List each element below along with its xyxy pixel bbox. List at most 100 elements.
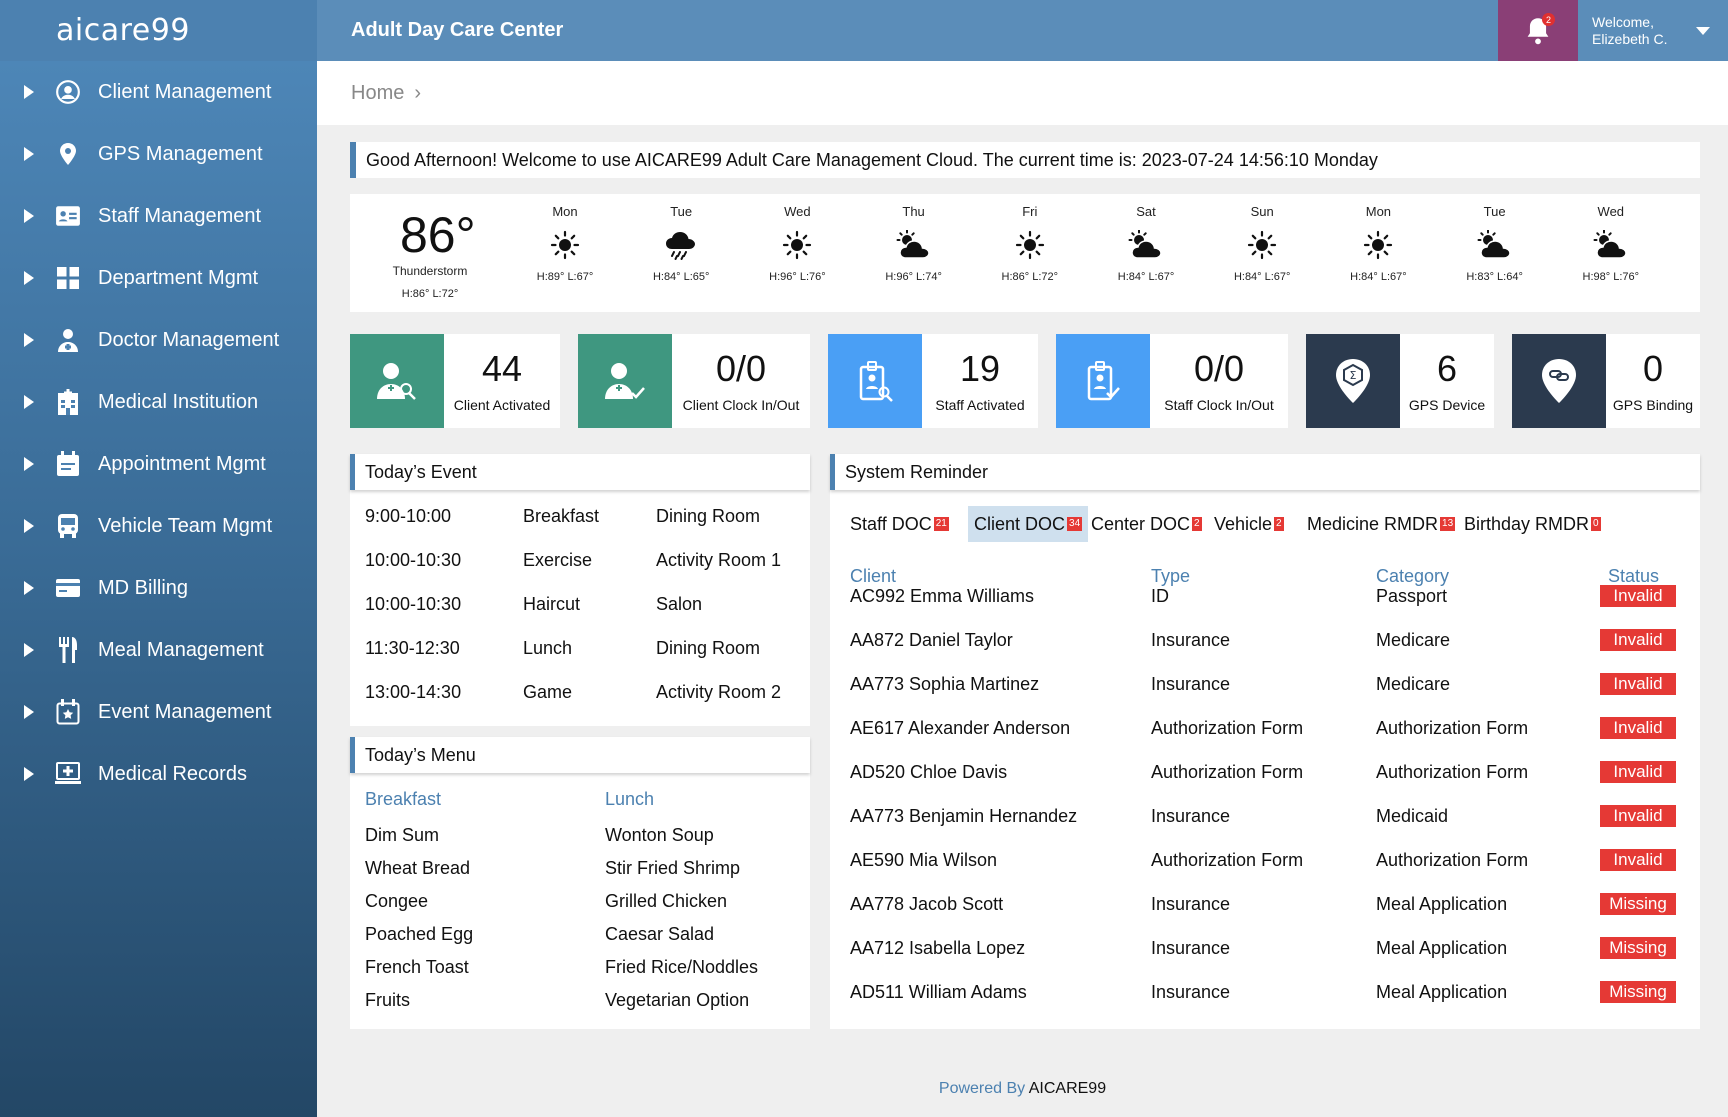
notifications-button[interactable]: 2 xyxy=(1498,0,1578,61)
stat-card-staff-clock[interactable]: 0/0 Staff Clock In/Out xyxy=(1056,334,1288,428)
sidebar-item-staff-management[interactable]: Staff Management xyxy=(0,185,317,247)
status-badge[interactable]: Invalid xyxy=(1600,717,1676,739)
cell-type: Insurance xyxy=(1151,674,1231,694)
sidebar-item-gps-management[interactable]: GPS Management xyxy=(0,123,317,185)
sidebar-item-event-management[interactable]: Event Management xyxy=(0,681,317,743)
column-header-status[interactable]: Status xyxy=(1608,566,1659,587)
partly-cloudy-icon xyxy=(1571,219,1651,271)
cell-category: Authorization Form xyxy=(1376,850,1529,870)
tab-label: Birthday RMDR xyxy=(1464,513,1590,534)
sidebar-item-department-mgmt[interactable]: Department Mgmt xyxy=(0,247,317,309)
client-clock-icon xyxy=(578,334,672,428)
forecast-high-low: H:89° L:67° xyxy=(536,271,594,283)
weather-widget: 86° Thunderstorm H:86° L:72° Mon H:89° L:… xyxy=(350,194,1700,312)
sidebar-item-client-management[interactable]: Client Management xyxy=(0,61,317,123)
caret-right-icon xyxy=(24,333,34,347)
event-time: 13:00-14:30 xyxy=(365,682,462,702)
stat-label: GPS Device xyxy=(1408,397,1486,413)
breakfast-item: Poached Egg xyxy=(365,924,474,944)
footer-brand: AICARE99 xyxy=(1028,1080,1107,1097)
status-badge[interactable]: Invalid xyxy=(1600,673,1676,695)
cell-type: Insurance xyxy=(1151,982,1231,1002)
user-menu[interactable]: Welcome, Elizebeth C. xyxy=(1578,0,1728,61)
current-temperature: 86° xyxy=(400,207,476,263)
sidebar-item-label: Client Management xyxy=(98,80,272,103)
cell-type: Authorization Form xyxy=(1151,850,1304,870)
lunch-heading: Lunch xyxy=(605,789,655,809)
status-badge[interactable]: Invalid xyxy=(1600,805,1676,827)
tab-center-doc[interactable]: Center DOC 2 xyxy=(1085,506,1208,542)
tab-staff-doc[interactable]: Staff DOC 21 xyxy=(844,506,955,542)
forecast-high-low: H:98° L:76° xyxy=(1582,271,1640,283)
sidebar-item-label: Doctor Management xyxy=(98,328,280,351)
credit-card-icon xyxy=(54,574,82,602)
forecast-day: Mon H:89° L:67° xyxy=(525,204,605,283)
forecast-day: Mon H:84° L:67° xyxy=(1338,204,1418,283)
hospital-icon xyxy=(54,388,82,416)
sidebar-item-vehicle-team-mgmt[interactable]: Vehicle Team Mgmt xyxy=(0,495,317,557)
fork-knife-icon xyxy=(54,636,82,664)
sidebar-item-label: Vehicle Team Mgmt xyxy=(98,514,273,537)
stat-card-client-activated[interactable]: 44 Client Activated xyxy=(350,334,560,428)
sidebar-item-meal-management[interactable]: Meal Management xyxy=(0,619,317,681)
sun-icon xyxy=(525,219,605,271)
column-header-category[interactable]: Category xyxy=(1376,566,1449,587)
cell-client: AE590 Mia Wilson xyxy=(850,850,998,870)
panel-title: System Reminder xyxy=(830,454,1700,490)
caret-right-icon xyxy=(24,519,34,533)
app-logo[interactable]: aicare99 xyxy=(0,0,317,61)
forecast-day-name: Wed xyxy=(784,204,811,219)
column-header-client[interactable]: Client xyxy=(850,566,896,587)
tab-vehicle[interactable]: Vehicle 2 xyxy=(1208,506,1290,542)
forecast-high-low: H:86° L:72° xyxy=(1001,271,1059,283)
sun-icon xyxy=(1338,219,1418,271)
sun-icon xyxy=(1222,219,1302,271)
stat-card-staff-activated[interactable]: 19 Staff Activated xyxy=(828,334,1038,428)
status-badge[interactable]: Missing xyxy=(1600,893,1676,915)
status-badge[interactable]: Missing xyxy=(1600,937,1676,959)
sidebar-item-md-billing[interactable]: MD Billing xyxy=(0,557,317,619)
event-place: Salon xyxy=(656,594,703,614)
cell-category: Meal Application xyxy=(1376,894,1508,914)
stat-card-gps-device[interactable]: Σ 6 GPS Device xyxy=(1306,334,1494,428)
tab-label: Client DOC xyxy=(974,513,1066,534)
breadcrumb-home-link[interactable]: Home xyxy=(351,82,404,105)
tab-client-doc[interactable]: Client DOC 34 xyxy=(968,506,1089,542)
status-badge[interactable]: Missing xyxy=(1600,981,1676,1003)
forecast-day: Wed H:96° L:76° xyxy=(757,204,837,283)
calendar-star-icon xyxy=(54,698,82,726)
stat-value: 0/0 xyxy=(1193,348,1245,389)
sidebar-item-doctor-management[interactable]: Doctor Management xyxy=(0,309,317,371)
stat-value: 19 xyxy=(959,348,1001,389)
stat-card-client-clock[interactable]: 0/0 Client Clock In/Out xyxy=(578,334,810,428)
forecast-day: Tue H:83° L:64° xyxy=(1455,204,1535,283)
forecast-day: Sun H:84° L:67° xyxy=(1222,204,1302,283)
event-place: Activity Room 2 xyxy=(656,682,782,702)
grid-icon xyxy=(54,264,82,292)
center-title: Adult Day Care Center xyxy=(351,19,564,41)
sidebar-item-appointment-mgmt[interactable]: Appointment Mgmt xyxy=(0,433,317,495)
chevron-down-icon[interactable] xyxy=(1696,26,1710,35)
stat-card-gps-binding[interactable]: 0 GPS Binding xyxy=(1512,334,1700,428)
tab-medicine-rmdr[interactable]: Medicine RMDR 13 xyxy=(1301,506,1461,542)
forecast-day: Thu H:96° L:74° xyxy=(874,204,954,283)
sidebar-item-medical-institution[interactable]: Medical Institution xyxy=(0,371,317,433)
column-header-type[interactable]: Type xyxy=(1151,566,1190,587)
gps-device-icon: Σ xyxy=(1306,334,1400,428)
event-place: Dining Room xyxy=(656,506,761,526)
medical-monitor-icon xyxy=(54,760,82,788)
status-badge[interactable]: Invalid xyxy=(1600,849,1676,871)
tab-birthday-rmdr[interactable]: Birthday RMDR 0 xyxy=(1458,506,1607,542)
sidebar-item-medical-records[interactable]: Medical Records xyxy=(0,743,317,805)
status-badge[interactable]: Invalid xyxy=(1600,585,1676,607)
cell-client: AC992 Emma Williams xyxy=(850,586,1035,606)
cell-category: Medicare xyxy=(1376,674,1451,694)
notification-count-badge: 2 xyxy=(1542,13,1555,26)
stat-value: 44 xyxy=(481,348,523,389)
breakfast-item: Congee xyxy=(365,891,429,911)
caret-right-icon xyxy=(24,581,34,595)
event-name: Breakfast xyxy=(523,506,600,526)
status-badge[interactable]: Invalid xyxy=(1600,629,1676,651)
status-badge[interactable]: Invalid xyxy=(1600,761,1676,783)
cell-type: Authorization Form xyxy=(1151,762,1304,782)
